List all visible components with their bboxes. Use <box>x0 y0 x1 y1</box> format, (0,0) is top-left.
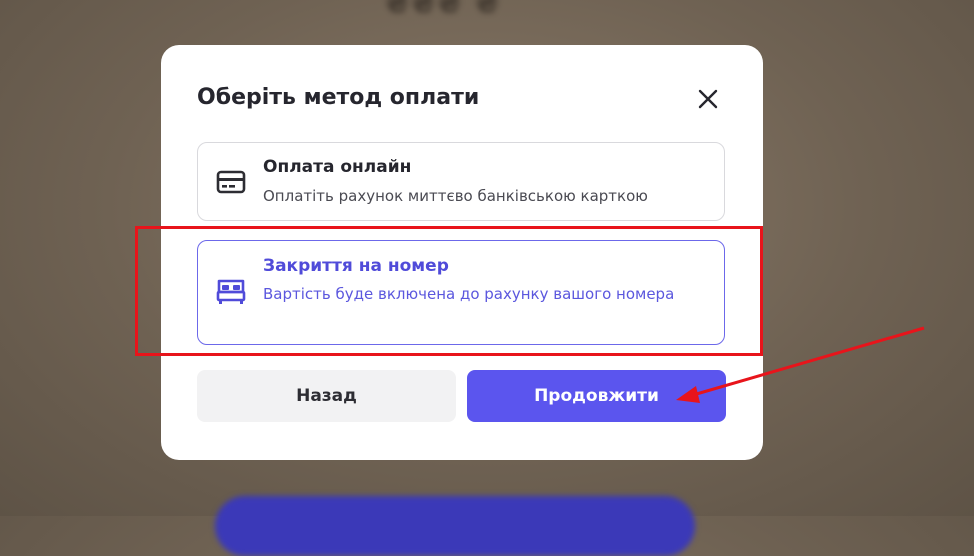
bed-icon <box>216 278 246 310</box>
option-title: Оплата онлайн <box>263 157 412 177</box>
option-title: Закриття на номер <box>263 256 449 276</box>
continue-button[interactable]: Продовжити <box>467 370 726 422</box>
payment-method-modal: Оберіть метод оплати Оплата онлайн Оплат… <box>161 45 763 460</box>
background-button <box>215 496 695 556</box>
modal-title: Оберіть метод оплати <box>197 85 480 110</box>
option-description: Вартість буде включена до рахунку вашого… <box>263 285 675 303</box>
back-button[interactable]: Назад <box>197 370 456 422</box>
close-button[interactable] <box>694 85 722 113</box>
payment-option-online[interactable]: Оплата онлайн Оплатіть рахунок миттєво б… <box>197 142 725 221</box>
background-heading: ₴₴₴ ₴ <box>385 0 501 19</box>
option-description: Оплатіть рахунок миттєво банківською кар… <box>263 187 648 205</box>
credit-card-icon <box>216 169 246 199</box>
payment-option-room-charge[interactable]: Закриття на номер Вартість буде включена… <box>197 240 725 345</box>
close-icon <box>698 89 718 109</box>
